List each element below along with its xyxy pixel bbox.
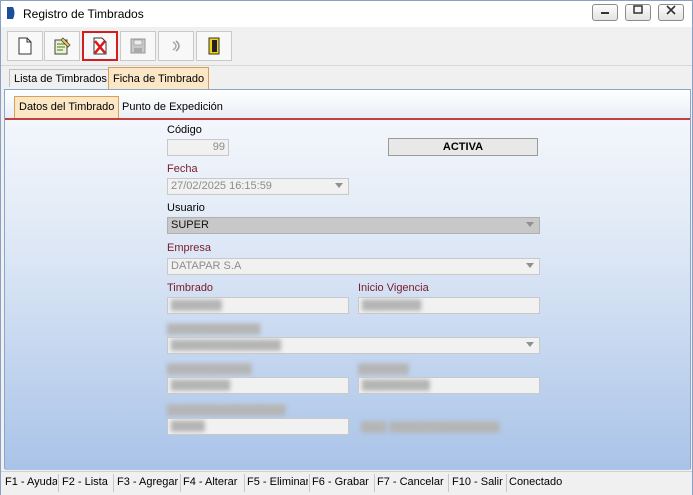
status-f4: F4 - Alterar — [183, 476, 238, 488]
edit-document-icon — [54, 37, 71, 55]
status-separator — [309, 474, 310, 492]
save-button[interactable] — [120, 31, 156, 61]
inicio-vigencia-label: Inicio Vigencia — [358, 282, 429, 294]
redacted-value-4: ▇▇▇▇ — [171, 420, 205, 432]
status-separator — [113, 474, 114, 492]
minimize-button[interactable] — [592, 4, 618, 21]
status-separator — [448, 474, 449, 492]
status-bar: F1 - Ayuda F2 - Lista F3 - Agregar F4 - … — [1, 471, 692, 495]
timbrado-label: Timbrado — [167, 282, 214, 294]
redacted-label-4: ▇▇▇▇▇▇▇▇▇▇▇▇▇▇ — [167, 404, 286, 416]
new-button[interactable] — [7, 31, 43, 61]
fecha-label: Fecha — [167, 163, 198, 175]
redacted-value-2: ▇▇▇▇▇▇▇ — [171, 379, 231, 391]
edit-button[interactable] — [44, 31, 80, 61]
exit-button[interactable] — [196, 31, 232, 61]
status-connection: Conectado — [509, 476, 563, 488]
status-separator — [374, 474, 375, 492]
redacted-select-1[interactable]: ▇▇▇▇▇▇▇▇▇▇▇▇▇ — [167, 337, 540, 354]
save-icon — [130, 38, 146, 54]
status-separator — [180, 474, 181, 492]
status-f2: F2 - Lista — [62, 476, 108, 488]
app-icon — [7, 7, 15, 19]
status-f3: F3 - Agregar — [117, 476, 179, 488]
main-tabs: Lista de Timbrados Ficha de Timbrado — [1, 67, 692, 89]
empresa-select[interactable]: DATAPAR S.A — [167, 258, 540, 275]
redacted-text-5: ▇▇▇ ▇▇▇▇▇▇▇▇▇▇▇▇▇ — [361, 421, 500, 433]
timbrado-field[interactable]: ▇▇▇▇▇▇ — [167, 297, 349, 314]
redacted-value-1: ▇▇▇▇▇▇▇▇▇▇▇▇▇ — [171, 339, 281, 351]
status-separator — [244, 474, 245, 492]
fecha-value: 27/02/2025 16:15:59 — [171, 180, 272, 192]
undo-button[interactable] — [158, 31, 194, 61]
sub-tabs: Datos del Timbrado Punto de Expedición — [5, 90, 690, 118]
inicio-vigencia-field[interactable]: ▇▇▇▇▇▇▇ — [358, 297, 540, 314]
codigo-label: Código — [167, 124, 202, 136]
tab-lista-de-timbrados[interactable]: Lista de Timbrados — [9, 69, 112, 87]
ficha-panel: Datos del Timbrado Punto de Expedición C… — [4, 89, 691, 470]
status-f5: F5 - Eliminar — [247, 476, 308, 488]
status-separator — [506, 474, 507, 492]
chevron-down-icon — [526, 222, 534, 227]
status-f10: F10 - Salir — [452, 476, 503, 488]
delete-icon — [93, 37, 107, 55]
codigo-field[interactable]: 99 — [167, 139, 229, 156]
fecha-field[interactable]: 27/02/2025 16:15:59 — [167, 178, 349, 195]
undo-icon — [172, 40, 180, 52]
redacted-field-4[interactable]: ▇▇▇▇ — [167, 418, 349, 435]
redacted-label-3: ▇▇▇▇▇▇ — [358, 363, 409, 375]
main-window: Registro de Timbrados Lista de Timbrados… — [0, 0, 693, 495]
timbrado-value-redacted: ▇▇▇▇▇▇ — [171, 299, 222, 311]
tab-datos-del-timbrado[interactable]: Datos del Timbrado — [14, 96, 120, 118]
status-f6: F6 - Grabar — [312, 476, 369, 488]
form-panel: Código 99 ACTIVA Fecha 27/02/2025 16:15:… — [5, 118, 690, 470]
empresa-value: DATAPAR S.A — [171, 260, 242, 272]
tab-punto-de-expedicion[interactable]: Punto de Expedición — [118, 98, 227, 116]
usuario-label: Usuario — [167, 202, 205, 214]
tab-ficha-de-timbrado[interactable]: Ficha de Timbrado — [108, 67, 210, 89]
maximize-button[interactable] — [625, 4, 651, 21]
close-button[interactable] — [658, 4, 684, 21]
maximize-icon — [633, 5, 643, 14]
inicio-vigencia-value-redacted: ▇▇▇▇▇▇▇ — [362, 299, 422, 311]
status-badge: ACTIVA — [388, 138, 538, 156]
redacted-label-1: ▇▇▇▇▇▇▇▇▇▇▇ — [167, 323, 261, 335]
status-separator — [58, 474, 59, 492]
redacted-field-2[interactable]: ▇▇▇▇▇▇▇ — [167, 377, 349, 394]
chevron-down-icon — [335, 183, 343, 188]
empresa-label: Empresa — [167, 242, 212, 254]
delete-button[interactable] — [82, 31, 118, 61]
usuario-value: SUPER — [171, 219, 209, 231]
exit-icon — [208, 37, 220, 55]
title-bar: Registro de Timbrados — [1, 1, 692, 27]
minimize-icon — [601, 12, 609, 14]
usuario-select[interactable]: SUPER — [167, 217, 540, 234]
status-f1: F1 - Ayuda — [5, 476, 57, 488]
chevron-down-icon — [526, 263, 534, 268]
toolbar — [1, 27, 692, 66]
redacted-label-2: ▇▇▇▇▇▇▇▇▇▇ — [167, 363, 252, 375]
window-title: Registro de Timbrados — [23, 7, 144, 21]
redacted-field-3[interactable]: ▇▇▇▇▇▇▇▇ — [358, 377, 540, 394]
new-document-icon — [18, 37, 32, 55]
status-f7: F7 - Cancelar — [377, 476, 444, 488]
chevron-down-icon — [526, 342, 534, 347]
redacted-value-3: ▇▇▇▇▇▇▇▇ — [362, 379, 430, 391]
close-icon — [666, 5, 676, 15]
